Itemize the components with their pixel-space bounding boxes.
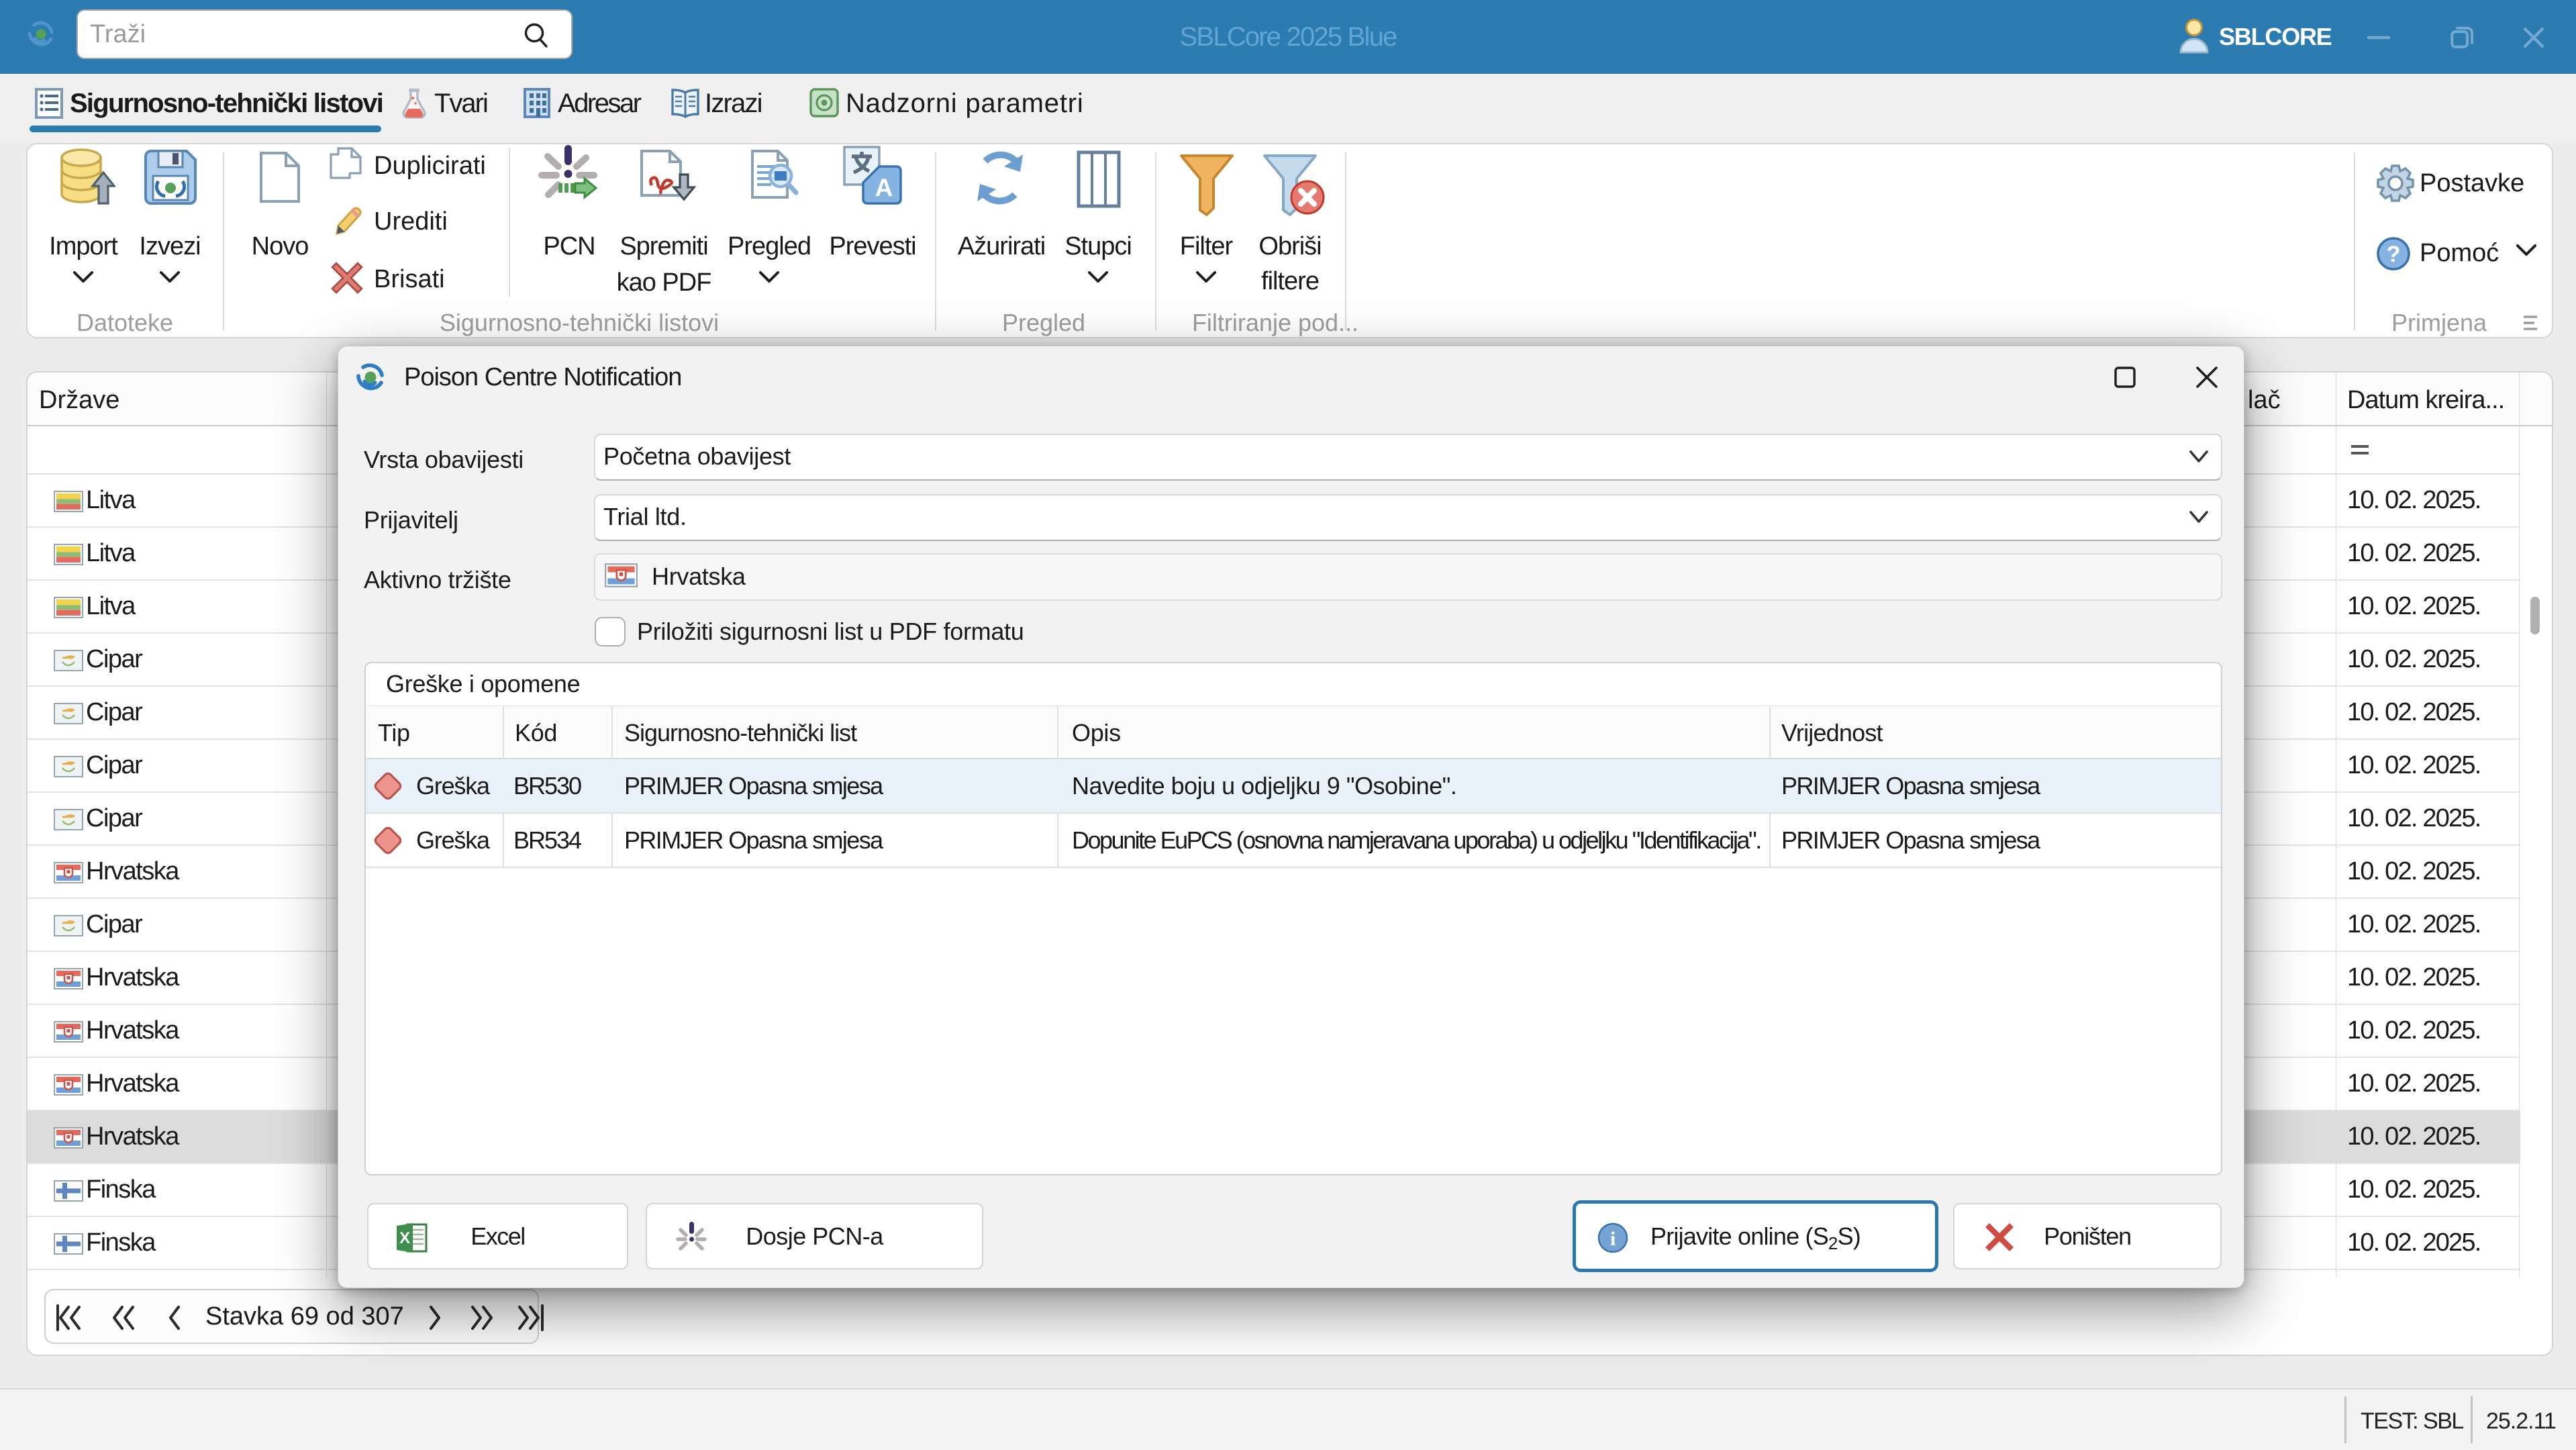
svg-text:i: i [1610, 1228, 1616, 1250]
svg-text:?: ? [2387, 242, 2401, 267]
svg-text:X: X [399, 1229, 410, 1247]
svg-text:A: A [875, 174, 893, 201]
